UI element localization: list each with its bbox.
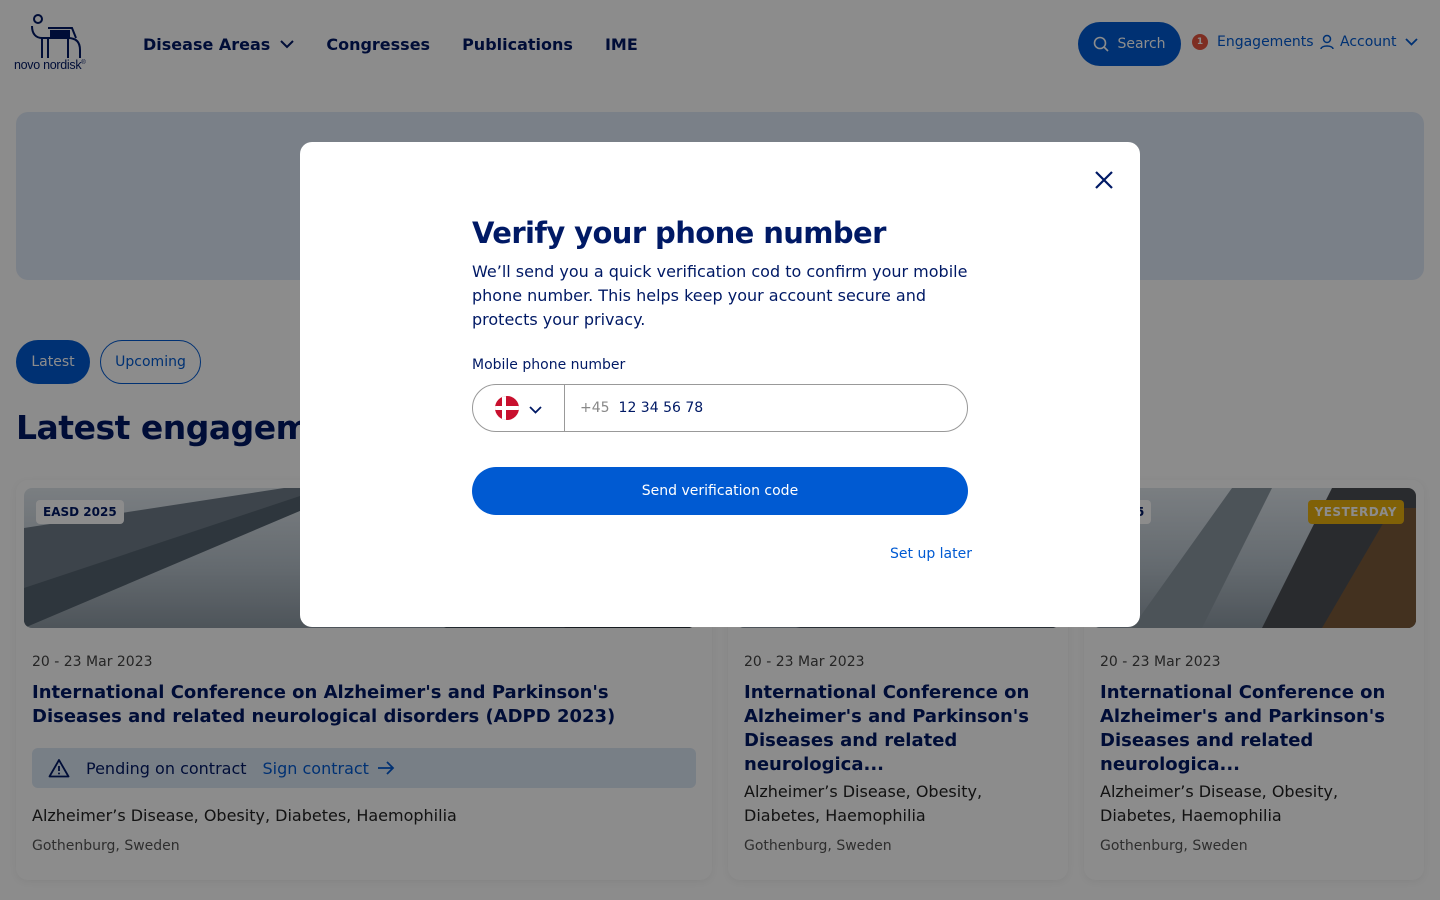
chevron-down-icon — [529, 399, 542, 418]
country-code-select[interactable] — [473, 385, 565, 431]
phone-field-label: Mobile phone number — [472, 357, 626, 373]
send-verification-button[interactable]: Send verification code — [472, 467, 968, 515]
country-dial-code: +45 — [580, 400, 610, 416]
dialog-title: Verify your phone number — [472, 216, 886, 250]
set-up-later-link[interactable]: Set up later — [890, 546, 972, 562]
phone-number-input[interactable] — [618, 400, 919, 416]
phone-field: +45 — [472, 384, 968, 432]
close-icon — [1095, 171, 1113, 189]
denmark-flag-icon — [495, 396, 519, 420]
close-button[interactable] — [1090, 166, 1118, 194]
verify-phone-dialog: Verify your phone number We’ll send you … — [300, 142, 1140, 627]
dialog-description: We’ll send you a quick verification cod … — [472, 262, 968, 329]
